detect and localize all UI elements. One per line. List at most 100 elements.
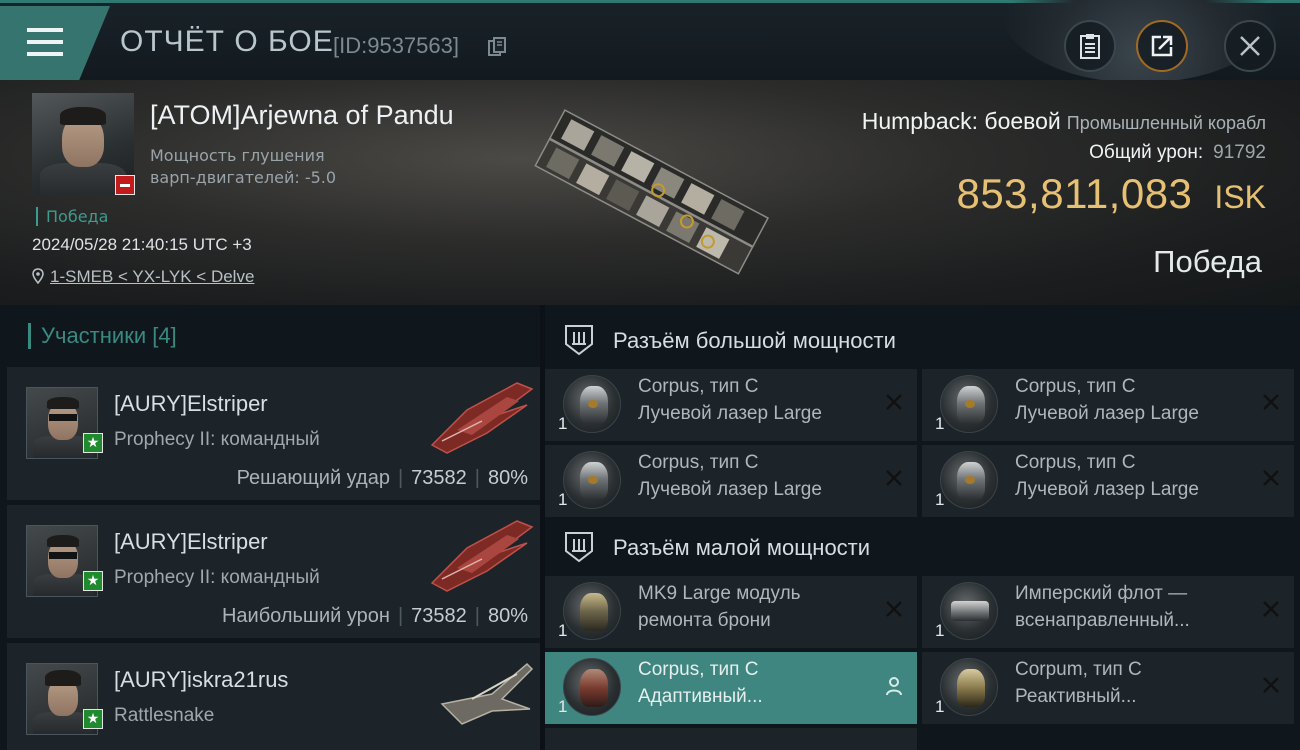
low-slot-header: Разъём малой мощности: [545, 515, 1300, 579]
remove-icon[interactable]: [1262, 469, 1280, 487]
total-damage: Общий урон: 91792: [1089, 142, 1266, 164]
module-qty: 1: [935, 697, 945, 716]
remove-icon[interactable]: [885, 393, 903, 411]
module-icon: [563, 375, 621, 433]
high-slot-header: Разъём большой мощности: [545, 308, 1300, 372]
remove-icon[interactable]: [1262, 676, 1280, 694]
participant-row[interactable]: ★ [AURY]iskra21rus Rattlesnake: [7, 643, 540, 750]
module-icon: [940, 582, 998, 640]
module-name-line2: Лучевой лазер Large: [1015, 403, 1199, 424]
victim-stat-line1: Мощность глушения: [150, 146, 325, 165]
participant-name: [AURY]iskra21rus: [114, 667, 289, 692]
module-qty: 1: [558, 490, 568, 509]
copy-icon[interactable]: [488, 37, 506, 57]
battle-location[interactable]: 1-SMEB < YX-LYK < Delve: [32, 267, 254, 287]
participant-ship: Prophecy II: командный: [114, 567, 320, 588]
remove-icon[interactable]: [1262, 600, 1280, 618]
module-icon: [563, 451, 621, 509]
star-icon: ★: [83, 709, 103, 729]
participant-ship: Prophecy II: командный: [114, 429, 320, 450]
participant-ship: Rattlesnake: [114, 705, 215, 726]
module-item[interactable]: 1 MK9 Large модуль ремонта брони: [545, 576, 917, 648]
high-slot-title: Разъём большой мощности: [613, 328, 896, 353]
module-name-line2: ремонта брони: [638, 610, 771, 631]
module-icon: [940, 658, 998, 716]
module-qty: 1: [935, 621, 945, 640]
isk-value: 853,811,083: [956, 170, 1193, 217]
participant-row[interactable]: ★ [AURY]Elstriper Prophecy II: командный…: [7, 505, 540, 638]
hostile-badge: [115, 175, 135, 195]
module-item[interactable]: 1 Corpus, тип C Лучевой лазер Large: [922, 369, 1294, 441]
module-name-line1: Corpus, тип C: [638, 452, 759, 473]
module-name-line2: Лучевой лазер Large: [638, 403, 822, 424]
header-bar: ОТЧЁТ О БОЕ [ID:9537563]: [0, 0, 1300, 83]
close-button[interactable]: [1224, 20, 1276, 72]
participant-stats: Наибольший урон | 73582 | 80%: [221, 605, 528, 627]
module-item-selected[interactable]: 1 Corpus, тип C Адаптивный...: [545, 652, 917, 724]
result-tag: Победа: [36, 207, 108, 226]
module-name-line2: Лучевой лазер Large: [1015, 479, 1199, 500]
module-name-line2: Адаптивный...: [638, 686, 763, 707]
module-qty: 1: [935, 490, 945, 509]
participant-ship-image: [430, 382, 534, 454]
module-qty: 1: [935, 414, 945, 433]
victim-ship[interactable]: Humpback: боевой Промышленный корабл: [862, 108, 1266, 135]
module-name-line1: Имперский флот —: [1015, 583, 1188, 604]
module-item[interactable]: 1 Corpus, тип C Лучевой лазер Large: [922, 445, 1294, 517]
module-icon: [563, 658, 621, 716]
low-slot-icon: [565, 532, 593, 563]
participant-row[interactable]: ★ [AURY]Elstriper Prophecy II: командный…: [7, 367, 540, 500]
victim-stat-line2: варп-двигателей: -5.0: [150, 168, 337, 187]
low-slot-title: Разъём малой мощности: [613, 535, 871, 560]
module-icon: [563, 582, 621, 640]
module-item[interactable]: 1 Corpus, тип C Лучевой лазер Large: [545, 369, 917, 441]
report-id: [ID:9537563]: [333, 33, 459, 58]
module-name-line1: MK9 Large модуль: [638, 583, 801, 604]
clipboard-button[interactable]: [1064, 20, 1116, 72]
ship-class: Промышленный корабл: [1066, 113, 1266, 133]
module-name-line1: Corpus, тип C: [638, 376, 759, 397]
remove-icon[interactable]: [1262, 393, 1280, 411]
menu-button[interactable]: [0, 6, 110, 80]
module-qty: 1: [558, 414, 568, 433]
module-item[interactable]: 1 Имперский флот — всенаправленный...: [922, 576, 1294, 648]
share-icon: [1151, 35, 1173, 57]
close-icon: [1240, 36, 1260, 56]
menu-icon: [27, 28, 63, 56]
victim-stat: Мощность глушения варп-двигателей: -5.0: [150, 145, 410, 189]
total-damage-label: Общий урон:: [1089, 142, 1204, 163]
share-button[interactable]: [1136, 20, 1188, 72]
participant-name: [AURY]Elstriper: [114, 391, 268, 416]
star-icon: ★: [83, 571, 103, 591]
victim-name[interactable]: [ATOM]Arjewna of Pandu: [150, 100, 454, 131]
module-item-partial[interactable]: [545, 728, 917, 750]
module-icon: [940, 451, 998, 509]
module-qty: 1: [558, 621, 568, 640]
page-title: ОТЧЁТ О БОЕ: [120, 25, 334, 58]
participant-ship-image: [440, 662, 534, 725]
star-icon: ★: [83, 433, 103, 453]
total-damage-value: 91792: [1213, 142, 1266, 163]
isk-currency: ISK: [1214, 179, 1266, 215]
participant-percent: 80%: [487, 467, 528, 489]
remove-icon[interactable]: [885, 469, 903, 487]
module-name-line2: Реактивный...: [1015, 686, 1137, 707]
participant-name: [AURY]Elstriper: [114, 529, 268, 554]
module-item[interactable]: 1 Corpum, тип C Реактивный...: [922, 652, 1294, 724]
module-name-line1: Corpus, тип C: [1015, 452, 1136, 473]
participant-ship-image: [430, 520, 534, 592]
battle-datetime: 2024/05/28 21:40:15 UTC +3: [32, 235, 252, 254]
high-slot-icon: [565, 325, 593, 356]
participant-percent: 80%: [487, 605, 528, 627]
module-qty: 1: [558, 697, 568, 716]
participant-label: Наибольший урон: [221, 605, 390, 627]
participants-title: Участники [4]: [28, 323, 177, 349]
person-icon[interactable]: [885, 676, 903, 696]
module-item[interactable]: 1 Corpus, тип C Лучевой лазер Large: [545, 445, 917, 517]
location-link[interactable]: 1-SMEB < YX-LYK < Delve: [50, 267, 254, 286]
victim-ship-image: [534, 109, 769, 275]
pin-icon: [32, 268, 44, 284]
clipboard-icon: [1080, 34, 1100, 59]
module-name-line2: Лучевой лазер Large: [638, 479, 822, 500]
remove-icon[interactable]: [885, 600, 903, 618]
